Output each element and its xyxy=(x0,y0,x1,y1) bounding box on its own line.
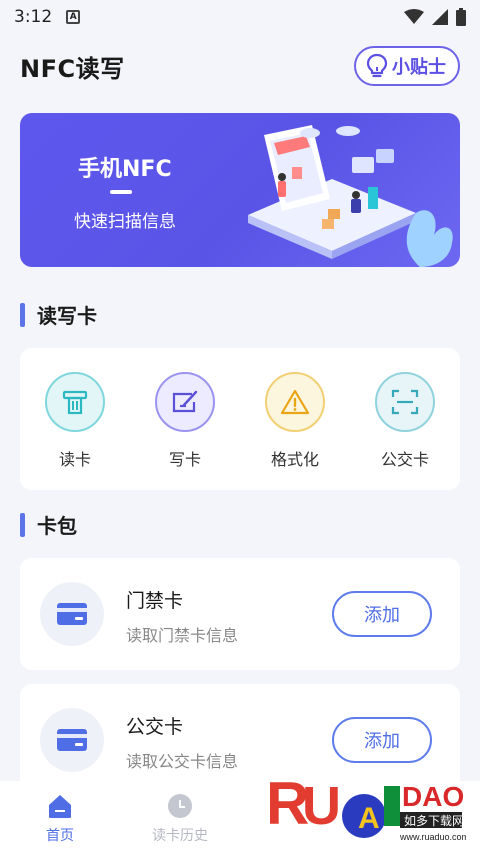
read-card-label: 读卡 xyxy=(58,450,91,469)
add-bus-card-button[interactable]: 添加 xyxy=(332,717,432,763)
section-bar xyxy=(20,302,25,327)
banner-title: 手机NFC xyxy=(78,157,172,182)
write-card-button[interactable]: 写卡 xyxy=(140,372,230,490)
signal-icon xyxy=(432,9,448,25)
nav-home[interactable]: 首页 xyxy=(10,793,110,845)
bus-card-button[interactable]: 公交卡 xyxy=(360,372,450,490)
format-label: 格式化 xyxy=(270,450,319,469)
read-card-icon xyxy=(45,372,105,432)
nav-history-label: 读卡历史 xyxy=(152,828,208,844)
status-icons xyxy=(404,8,466,26)
nav-home-label: 首页 xyxy=(46,828,74,844)
home-icon xyxy=(49,795,71,818)
tips-button[interactable]: 小贴士 xyxy=(354,46,460,86)
svg-text:DAO: DAO xyxy=(402,781,464,812)
card-icon xyxy=(40,582,104,646)
nav-history[interactable]: 读卡历史 xyxy=(130,793,230,845)
format-button[interactable]: 格式化 xyxy=(250,372,340,490)
wifi-icon xyxy=(404,9,424,24)
write-card-icon xyxy=(155,372,215,432)
status-time: 3:12 xyxy=(14,7,53,27)
read-card-button[interactable]: 读卡 xyxy=(30,372,120,490)
wallet-item-name: 门禁卡 xyxy=(126,590,184,612)
notification-a-icon: A xyxy=(66,10,81,24)
write-card-label: 写卡 xyxy=(168,450,201,469)
nfc-banner[interactable]: 手机NFC 快速扫描信息 xyxy=(20,113,460,267)
lightbulb-icon xyxy=(366,53,388,78)
page-title: NFC读写 xyxy=(20,54,125,83)
section-title-read-write: 读写卡 xyxy=(20,300,97,329)
section-bar xyxy=(20,512,25,537)
phone-shopping-illustration xyxy=(248,125,453,267)
banner-divider xyxy=(110,190,132,194)
wallet-item-access-card: 门禁卡 读取门禁卡信息 添加 xyxy=(20,558,460,670)
header: NFC读写 小贴士 xyxy=(20,44,460,88)
tips-label: 小贴士 xyxy=(392,57,446,78)
card-icon xyxy=(40,708,104,772)
scan-icon xyxy=(375,372,435,432)
wallet-item-desc: 读取公交卡信息 xyxy=(126,752,239,771)
battery-icon xyxy=(456,8,466,26)
section-title-wallet: 卡包 xyxy=(20,510,77,539)
add-access-card-button[interactable]: 添加 xyxy=(332,591,432,637)
bus-card-label: 公交卡 xyxy=(380,450,429,469)
svg-text:A: A xyxy=(358,802,380,835)
read-write-card: 读卡 写卡 格式化 公交卡 xyxy=(20,348,460,490)
status-bar: 3:12 A xyxy=(0,0,480,34)
clock-icon xyxy=(168,794,192,818)
svg-text:U: U xyxy=(302,776,341,836)
ruaduo-watermark-logo: R U A DAO 如多下载网 www.ruaduo.com xyxy=(266,770,466,842)
wallet-item-name: 公交卡 xyxy=(126,716,184,738)
banner-subtitle: 快速扫描信息 xyxy=(74,212,176,232)
wallet-item-desc: 读取门禁卡信息 xyxy=(126,626,239,645)
svg-text:如多下载网: 如多下载网 xyxy=(404,813,464,828)
svg-text:www.ruaduo.com: www.ruaduo.com xyxy=(399,832,466,842)
warning-icon xyxy=(265,372,325,432)
